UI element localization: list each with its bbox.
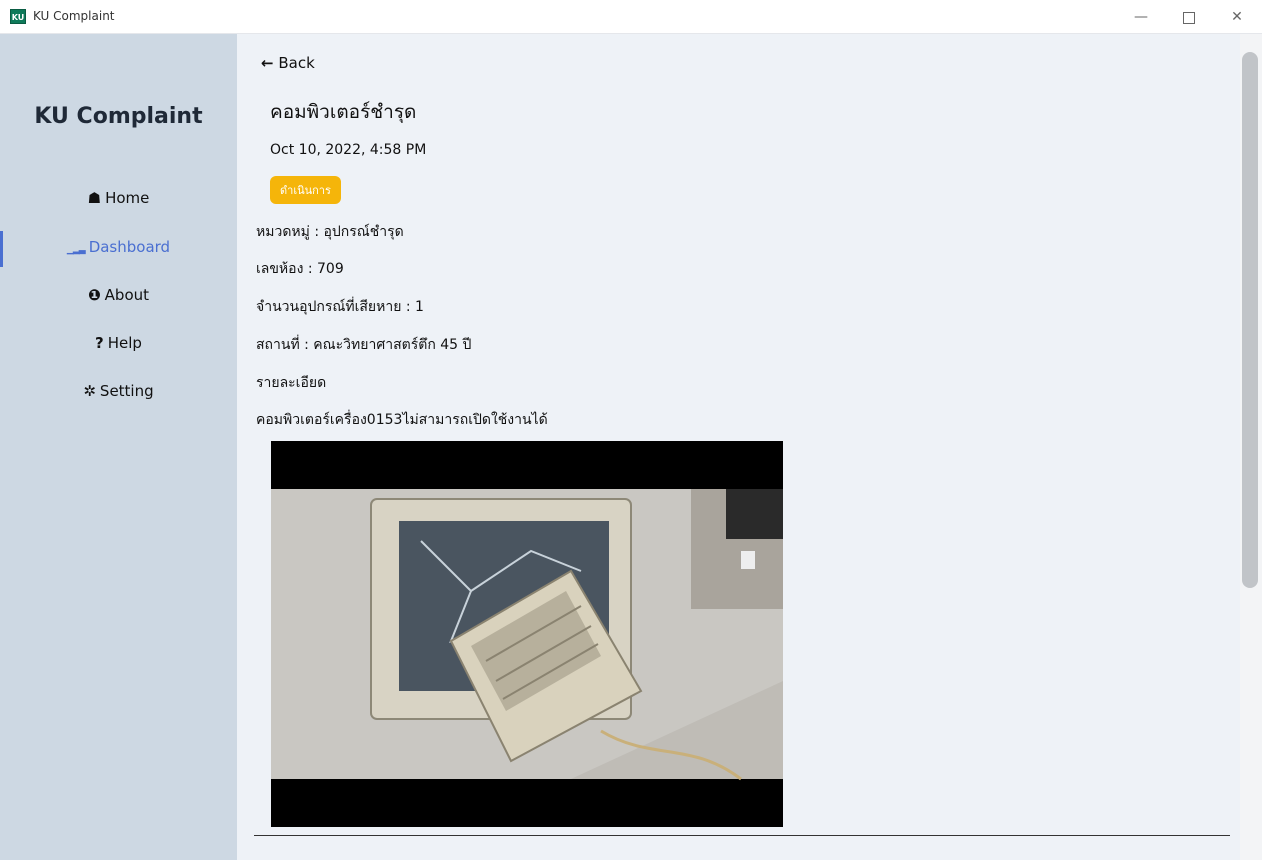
maximize-icon — [1183, 12, 1195, 24]
sidebar-item-label: About — [104, 286, 150, 304]
section-divider — [254, 835, 1230, 836]
info-icon: ❶ — [87, 286, 101, 304]
sidebar-item-dashboard[interactable]: ▁▂▃ Dashboard — [0, 238, 237, 256]
arrow-left-icon: ← — [261, 54, 274, 72]
sidebar: KU Complaint ☗ Home ▁▂▃ Dashboard ❶ About ?… — [0, 34, 237, 860]
window-title: KU Complaint — [33, 9, 115, 23]
broken-computer-image — [271, 489, 783, 781]
signal-bars-icon: ▁▂▃ — [66, 245, 86, 255]
gear-icon: ✲ — [83, 382, 96, 400]
sidebar-item-setting[interactable]: ✲ Setting — [0, 382, 237, 400]
window-titlebar: KU KU Complaint — ✕ — [0, 0, 1262, 34]
details-text: คอมพิวเตอร์เครื่อง0153ไม่สามารถเปิดใช้งา… — [256, 412, 548, 428]
details-heading: รายละเอียด — [256, 375, 327, 391]
scrollbar-thumb[interactable] — [1242, 52, 1258, 588]
close-button[interactable]: ✕ — [1222, 6, 1252, 28]
brand-title: KU Complaint — [34, 104, 203, 129]
sidebar-item-label: Dashboard — [88, 238, 171, 256]
damaged-count-field: จำนวนอุปกรณ์ที่เสียหาย : 1 — [256, 299, 424, 315]
category-field: หมวดหมู่ : อุปกรณ์ชำรุด — [256, 224, 404, 240]
sidebar-item-label: Setting — [99, 382, 154, 400]
location-field: สถานที่ : คณะวิทยาศาสตร์ตึก 45 ปี — [256, 337, 472, 353]
complaint-datetime: Oct 10, 2022, 4:58 PM — [270, 142, 427, 158]
question-icon: ? — [95, 334, 104, 352]
room-number-field: เลขห้อง : 709 — [256, 261, 344, 277]
sidebar-item-home[interactable]: ☗ Home — [0, 189, 237, 207]
sidebar-item-label: Help — [107, 334, 142, 352]
home-icon: ☗ — [87, 189, 102, 207]
back-button[interactable]: ← Back — [261, 54, 315, 72]
sidebar-item-label: Home — [105, 189, 150, 207]
sidebar-item-help[interactable]: ? Help — [0, 334, 237, 352]
minimize-button[interactable]: — — [1126, 6, 1156, 28]
maximize-button[interactable] — [1174, 6, 1204, 28]
sidebar-item-about[interactable]: ❶ About — [0, 286, 237, 304]
app-icon: KU — [10, 9, 26, 24]
complaint-detail: ← Back คอมพิวเตอร์ชำรุด Oct 10, 2022, 4:… — [237, 34, 1240, 860]
status-badge: ดำเนินการ — [270, 176, 341, 204]
complaint-title: คอมพิวเตอร์ชำรุด — [270, 101, 417, 123]
complaint-photo — [271, 441, 783, 827]
back-label: Back — [278, 54, 315, 72]
